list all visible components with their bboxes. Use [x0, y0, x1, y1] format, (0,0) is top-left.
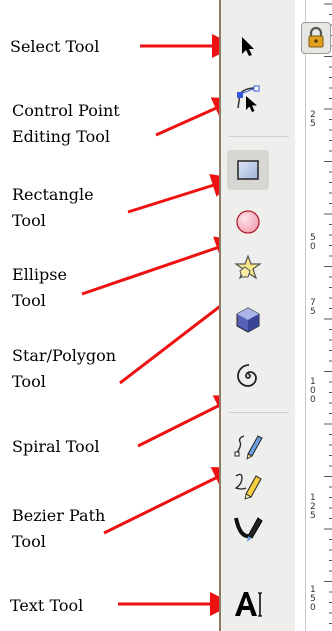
node-icon: [237, 85, 260, 112]
tool-calligraphy[interactable]: [227, 508, 269, 548]
lock-icon: [308, 26, 324, 48]
calligraphy-icon: [234, 517, 263, 542]
tool-pen[interactable]: [227, 464, 269, 504]
tool-3d-box[interactable]: [227, 300, 269, 340]
tool-node[interactable]: [227, 78, 269, 118]
3d-box-icon: [236, 307, 260, 333]
tool-ellipse[interactable]: [227, 202, 269, 242]
vertical-ruler[interactable]: 255075100125150: [305, 0, 332, 631]
ruler-label: 5: [310, 119, 316, 129]
star-icon: [234, 254, 262, 280]
ruler-label: 0: [310, 603, 316, 613]
toolbox: 255075100125150: [219, 0, 332, 631]
rectangle-icon: [237, 160, 259, 180]
tool-spiral[interactable]: [227, 356, 269, 396]
separator: [229, 412, 289, 413]
ellipse-icon: [236, 210, 260, 234]
arrow-rect: [127, 173, 236, 214]
separator: [229, 136, 289, 137]
tool-star[interactable]: [227, 248, 269, 288]
text-icon: [235, 592, 262, 617]
spiral-icon: [237, 364, 257, 387]
ruler-label: 0: [310, 242, 316, 252]
tool-rectangle[interactable]: [227, 150, 269, 190]
arrow-bezier: [103, 467, 238, 535]
tool-text[interactable]: [227, 584, 269, 624]
pencil-icon: [234, 435, 263, 460]
lock-guides-button[interactable]: [301, 22, 331, 54]
tool-pencil[interactable]: [227, 424, 269, 464]
ruler-label: 5: [310, 307, 316, 317]
toolbox-edge: [219, 0, 221, 631]
tool-select[interactable]: [227, 26, 269, 66]
ruler-label: 0: [310, 395, 316, 405]
ruler-label: 5: [310, 511, 316, 521]
arrow-ellipse: [81, 236, 240, 296]
pen-icon: [234, 473, 262, 500]
select-icon: [242, 37, 254, 56]
